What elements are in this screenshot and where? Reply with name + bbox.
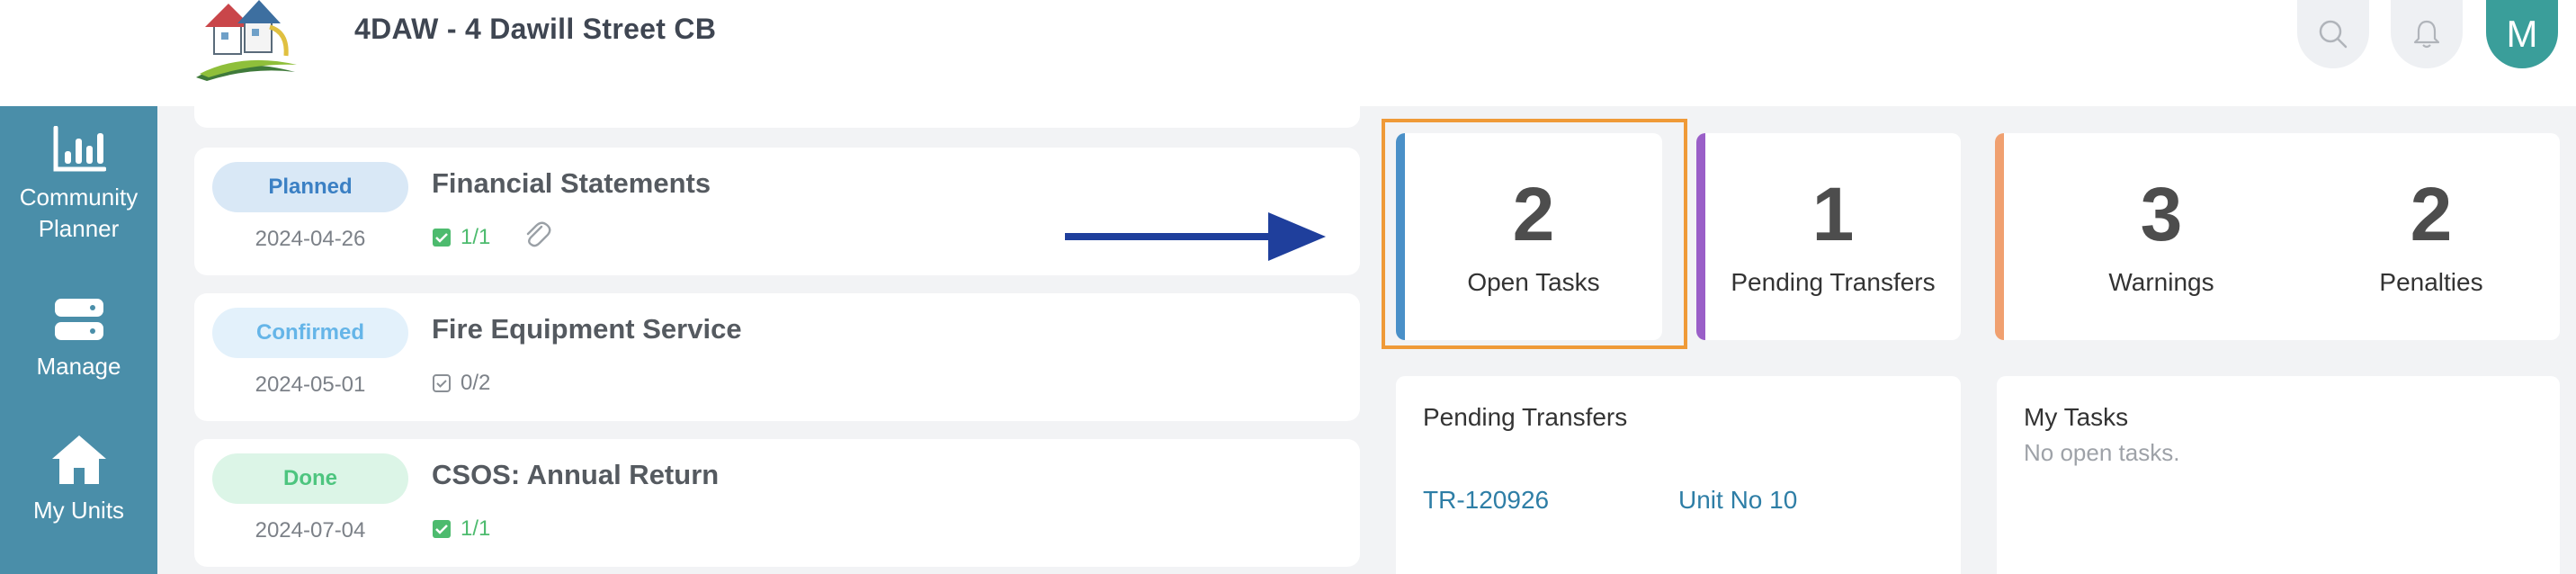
stat-value: 3 (2140, 172, 2183, 256)
sidebar-item-label: Community Planner (19, 184, 139, 242)
community-logo[interactable] (189, 0, 302, 83)
stat-card-pending-transfers[interactable]: 1 Pending Transfers (1696, 133, 1961, 340)
pending-transfers-panel: Pending Transfers TR-120926 Unit No 10 (1396, 376, 1961, 574)
accent-bar (1995, 133, 2004, 340)
paperclip-icon[interactable] (522, 220, 552, 250)
notifications-button[interactable] (2391, 0, 2463, 68)
accent-bar (1696, 133, 1705, 340)
home-icon (51, 435, 106, 484)
task-date: 2024-04-26 (255, 227, 366, 251)
stat-value: 2 (2410, 172, 2453, 256)
bell-icon (2413, 20, 2440, 49)
checkbox-icon (433, 374, 451, 392)
task-checklist: 0/2 (432, 371, 490, 396)
sidebar-item-label: Manage (36, 353, 121, 380)
stat-label: Pending Transfers (1731, 268, 1936, 296)
task-title: Financial Statements (432, 167, 711, 199)
sidebar-item-my-units[interactable]: My Units (0, 434, 157, 526)
stat-label: Penalties (2379, 268, 2483, 296)
empty-state-text: No open tasks. (2024, 439, 2180, 466)
panel-title: My Tasks (2024, 403, 2129, 431)
task-checklist: 1/1 (432, 516, 490, 542)
task-card[interactable]: Done 2024-07-04 CSOS: Annual Return 1/1 (194, 439, 1360, 567)
task-date: 2024-05-01 (255, 372, 366, 397)
task-title: Fire Equipment Service (432, 313, 742, 345)
my-tasks-panel: My Tasks No open tasks. (1997, 376, 2560, 574)
arrow-right-icon (1065, 212, 1326, 261)
checkbox-checked-icon (433, 520, 451, 538)
sidebar: Community Planner Manage My Units (0, 106, 157, 574)
highlight-box (1382, 119, 1687, 349)
status-badge: Confirmed (212, 308, 408, 358)
status-badge: Planned (212, 162, 408, 212)
task-list-top (194, 106, 1360, 128)
transfer-id-link[interactable]: TR-120926 (1423, 486, 1549, 515)
stat-value: 1 (1811, 172, 1855, 256)
stat-label: Warnings (2108, 268, 2214, 296)
community-title: 4DAW - 4 Dawill Street CB (354, 13, 717, 45)
checklist-count: 1/1 (461, 516, 491, 541)
task-title: CSOS: Annual Return (432, 459, 720, 490)
checklist-count: 1/1 (461, 225, 491, 249)
unit-link[interactable]: Unit No 10 (1678, 486, 1797, 515)
top-header: 4DAW - 4 Dawill Street CB M (0, 0, 2576, 106)
sidebar-item-community-planner[interactable]: Community Planner (0, 126, 157, 245)
task-card[interactable]: Confirmed 2024-05-01 Fire Equipment Serv… (194, 293, 1360, 421)
checkbox-checked-icon (433, 229, 451, 247)
user-avatar[interactable]: M (2486, 0, 2558, 68)
server-icon (54, 299, 103, 340)
task-date: 2024-07-04 (255, 518, 366, 543)
checklist-count: 0/2 (461, 371, 491, 395)
task-checklist: 1/1 (432, 225, 490, 250)
bar-chart-icon (53, 126, 106, 172)
sidebar-item-manage[interactable]: Manage (0, 297, 157, 382)
search-button[interactable] (2297, 0, 2369, 68)
status-badge: Done (212, 453, 408, 504)
panel-title: Pending Transfers (1423, 403, 1628, 431)
search-icon (2319, 20, 2348, 49)
sidebar-item-label: My Units (32, 497, 125, 524)
stat-card-warnings-penalties: 3 Warnings 2 Penalties (1995, 133, 2560, 340)
